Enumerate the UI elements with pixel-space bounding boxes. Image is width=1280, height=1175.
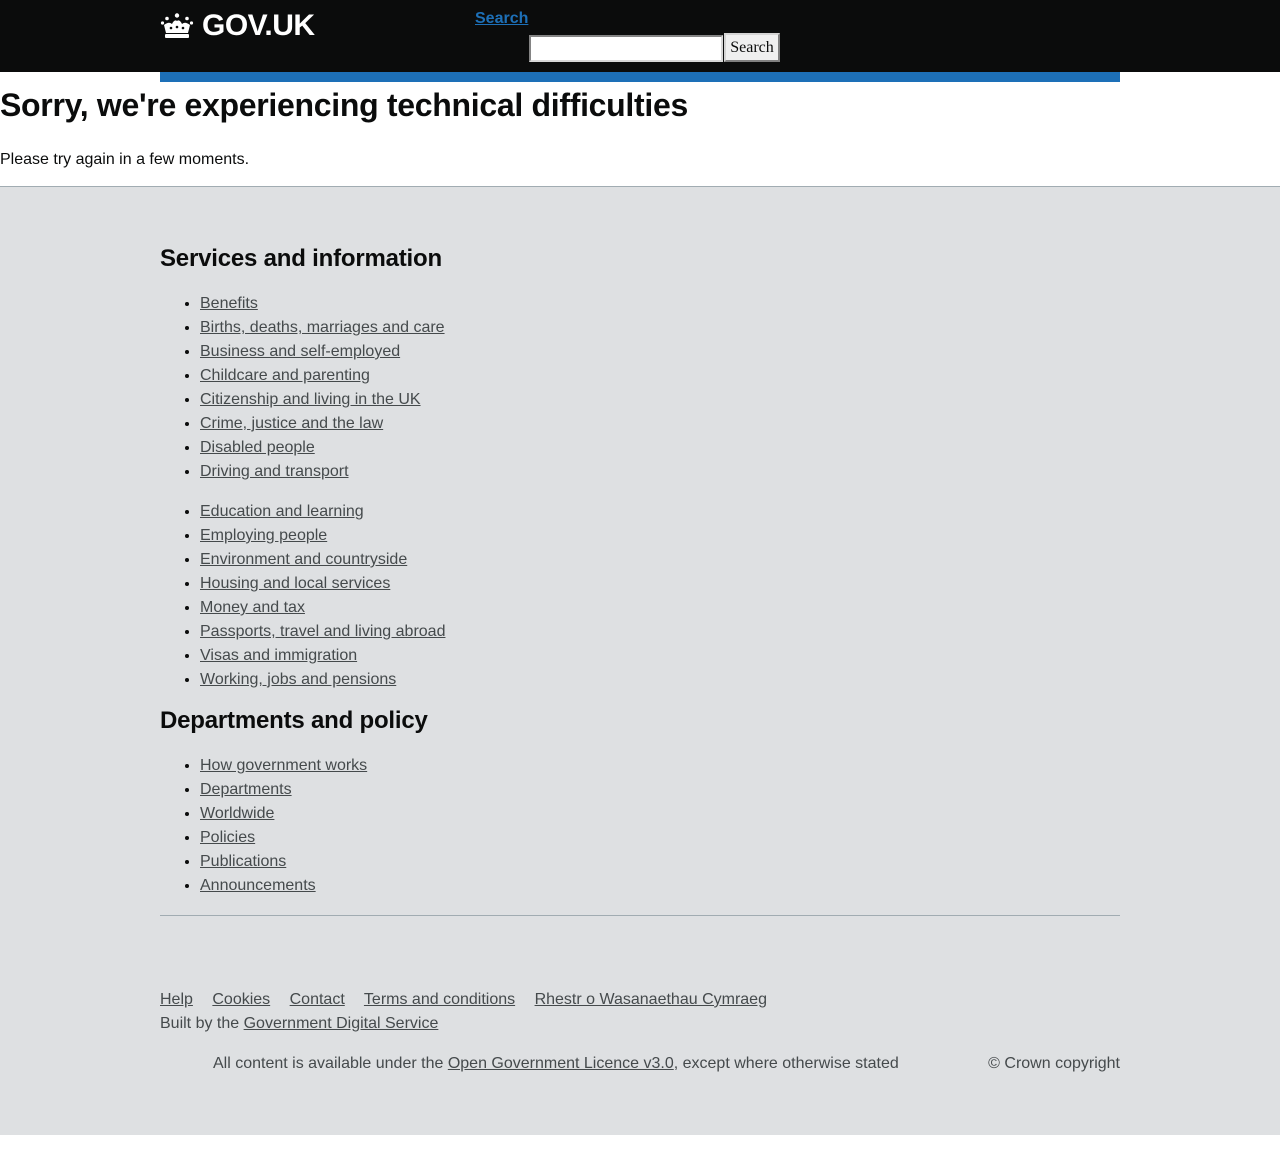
- footer-link-childcare[interactable]: Childcare and parenting: [200, 367, 370, 384]
- site-header: GOV.UK Search Search: [0, 0, 1280, 72]
- footer-link-benefits[interactable]: Benefits: [200, 295, 258, 312]
- header-blue-bar: [160, 72, 1120, 82]
- footer-link-help[interactable]: Help: [160, 991, 193, 1008]
- list-item: Policies: [200, 826, 800, 850]
- search-input[interactable]: [529, 35, 723, 62]
- footer-link-announcements[interactable]: Announcements: [200, 877, 316, 894]
- list-item: Disabled people: [200, 436, 800, 460]
- site-footer: Services and information Benefits Births…: [0, 186, 1280, 1135]
- footer-link-working[interactable]: Working, jobs and pensions: [200, 671, 396, 688]
- list-item: Announcements: [200, 874, 800, 898]
- list-item: Benefits: [200, 292, 800, 316]
- footer-link-housing[interactable]: Housing and local services: [200, 575, 390, 592]
- built-by-prefix: Built by the: [160, 1015, 240, 1032]
- list-item: Business and self-employed: [200, 340, 800, 364]
- search-link[interactable]: Search: [475, 10, 528, 28]
- page-title: Sorry, we're experiencing technical diff…: [0, 87, 688, 123]
- list-item: Housing and local services: [200, 572, 800, 596]
- list-item: Environment and countryside: [200, 548, 800, 572]
- list-item: Citizenship and living in the UK: [200, 388, 800, 412]
- services-list-1: Benefits Births, deaths, marriages and c…: [160, 292, 800, 484]
- gds-link[interactable]: Government Digital Service: [244, 1015, 439, 1032]
- footer-link-cookies[interactable]: Cookies: [212, 991, 270, 1008]
- footer-link-policies[interactable]: Policies: [200, 829, 255, 846]
- error-message: Please try again in a few moments.: [0, 151, 250, 168]
- footer-link-citizenship[interactable]: Citizenship and living in the UK: [200, 391, 421, 408]
- list-item: Publications: [200, 850, 800, 874]
- list-item: Working, jobs and pensions: [200, 668, 800, 692]
- departments-heading: Departments and policy: [160, 707, 428, 734]
- list-item: Passports, travel and living abroad: [200, 620, 800, 644]
- crown-icon: [160, 12, 194, 40]
- footer-link-crime[interactable]: Crime, justice and the law: [200, 415, 383, 432]
- footer-link-visas[interactable]: Visas and immigration: [200, 647, 357, 664]
- footer-divider: [160, 915, 1120, 916]
- built-by: Built by the Government Digital Service: [160, 1013, 438, 1035]
- licence-statement: All content is available under the Open …: [213, 1053, 899, 1075]
- services-list-2: Education and learning Employing people …: [160, 500, 800, 692]
- licence-prefix: All content is available under the: [213, 1055, 444, 1072]
- footer-link-driving[interactable]: Driving and transport: [200, 463, 349, 480]
- ogl-link[interactable]: Open Government Licence v3.0: [448, 1055, 674, 1072]
- list-item: Crime, justice and the law: [200, 412, 800, 436]
- licence-suffix: , except where otherwise stated: [673, 1055, 899, 1072]
- list-item: Driving and transport: [200, 460, 800, 484]
- footer-link-environment[interactable]: Environment and countryside: [200, 551, 407, 568]
- search-button[interactable]: Search: [724, 33, 780, 62]
- footer-link-contact[interactable]: Contact: [290, 991, 345, 1008]
- footer-link-how-government-works[interactable]: How government works: [200, 757, 367, 774]
- footer-link-publications[interactable]: Publications: [200, 853, 286, 870]
- footer-link-births[interactable]: Births, deaths, marriages and care: [200, 319, 445, 336]
- footer-link-education[interactable]: Education and learning: [200, 503, 364, 520]
- footer-link-departments[interactable]: Departments: [200, 781, 292, 798]
- list-item: Births, deaths, marriages and care: [200, 316, 800, 340]
- footer-link-worldwide[interactable]: Worldwide: [200, 805, 274, 822]
- list-item: Worldwide: [200, 802, 800, 826]
- list-item: Childcare and parenting: [200, 364, 800, 388]
- footer-link-passports[interactable]: Passports, travel and living abroad: [200, 623, 445, 640]
- footer-link-disabled[interactable]: Disabled people: [200, 439, 315, 456]
- list-item: Visas and immigration: [200, 644, 800, 668]
- footer-link-welsh[interactable]: Rhestr o Wasanaethau Cymraeg: [535, 991, 767, 1008]
- footer-link-terms[interactable]: Terms and conditions: [364, 991, 515, 1008]
- govuk-logo-link[interactable]: GOV.UK: [160, 8, 315, 44]
- footer-link-employing[interactable]: Employing people: [200, 527, 327, 544]
- list-item: Education and learning: [200, 500, 800, 524]
- services-heading: Services and information: [160, 245, 442, 272]
- main-content: Sorry, we're experiencing technical diff…: [0, 82, 1280, 170]
- list-item: Departments: [200, 778, 800, 802]
- footer-meta-links: Help Cookies Contact Terms and condition…: [160, 989, 782, 1011]
- list-item: Money and tax: [200, 596, 800, 620]
- logo-text: GOV.UK: [202, 9, 315, 42]
- footer-link-business[interactable]: Business and self-employed: [200, 343, 400, 360]
- departments-list: How government works Departments Worldwi…: [160, 754, 800, 898]
- list-item: Employing people: [200, 524, 800, 548]
- footer-link-money[interactable]: Money and tax: [200, 599, 305, 616]
- list-item: How government works: [200, 754, 800, 778]
- crown-copyright: © Crown copyright: [988, 1055, 1120, 1072]
